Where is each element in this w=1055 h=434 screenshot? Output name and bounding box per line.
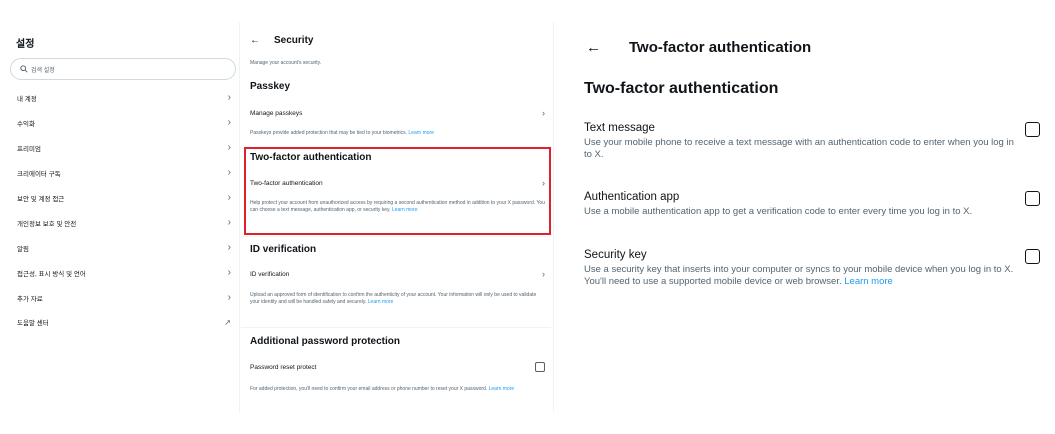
settings-item-label: 프리미엄 bbox=[17, 146, 41, 154]
settings-item-creator-subscriptions[interactable]: 크리에이터 구독 › bbox=[0, 161, 237, 186]
settings-item-label: 수익화 bbox=[17, 121, 35, 129]
text-message-option[interactable]: Text message Use your mobile phone to re… bbox=[584, 122, 1040, 161]
settings-item-label: 도움말 센터 bbox=[17, 320, 49, 328]
chevron-right-icon: › bbox=[227, 167, 231, 179]
authentication-app-label: Authentication app bbox=[584, 191, 680, 203]
settings-item-label: 크리에이터 구독 bbox=[17, 171, 61, 179]
settings-item-accessibility[interactable]: 접근성, 표시 방식 및 언어 › bbox=[0, 260, 237, 285]
settings-item-privacy[interactable]: 개인정보 보호 및 안전 › bbox=[0, 210, 237, 235]
chevron-right-icon: › bbox=[542, 108, 545, 118]
text-message-description: Use your mobile phone to receive a text … bbox=[584, 137, 1014, 160]
chevron-right-icon: › bbox=[227, 266, 231, 278]
security-key-description: Use a security key that inserts into you… bbox=[584, 264, 1024, 288]
settings-item-notifications[interactable]: 알림 › bbox=[0, 235, 237, 260]
two-factor-highlight-box bbox=[244, 147, 551, 235]
external-link-icon: ↗ bbox=[224, 317, 231, 327]
authentication-app-option[interactable]: Authentication app Use a mobile authenti… bbox=[584, 191, 1040, 218]
settings-item-label: 개인정보 보호 및 안전 bbox=[17, 220, 77, 228]
settings-item-monetization[interactable]: 수익화 › bbox=[0, 111, 237, 136]
passkey-heading: Passkey bbox=[250, 81, 291, 92]
two-factor-header-title: Two-factor authentication bbox=[629, 39, 812, 56]
chevron-right-icon: › bbox=[227, 92, 231, 104]
security-key-option[interactable]: Security key Use a security key that ins… bbox=[584, 249, 1040, 288]
security-key-checkbox[interactable] bbox=[1025, 249, 1040, 264]
two-factor-panel: ← Two-factor authentication Two-factor a… bbox=[566, 22, 1055, 412]
chevron-right-icon: › bbox=[227, 241, 231, 253]
id-verification-learn-more-link[interactable]: Learn more bbox=[368, 299, 394, 305]
two-factor-page-title: Two-factor authentication bbox=[584, 80, 779, 97]
manage-passkeys-row[interactable]: Manage passkeys › bbox=[250, 108, 545, 118]
chevron-right-icon: › bbox=[227, 192, 231, 203]
password-reset-checkbox[interactable] bbox=[535, 362, 545, 372]
settings-panel: 설정 검색 설정 내 계정 › 수익화 › 프리미엄 › 크리에이터 구독 › 보안 및… bbox=[0, 22, 237, 422]
two-factor-header: ← Two-factor authentication bbox=[586, 39, 811, 56]
chevron-right-icon: › bbox=[227, 142, 231, 154]
settings-item-premium[interactable]: 프리미엄 › bbox=[0, 136, 237, 161]
search-placeholder: 검색 설정 bbox=[31, 67, 55, 74]
authentication-app-checkbox[interactable] bbox=[1025, 191, 1040, 206]
id-verification-heading: ID verification bbox=[250, 244, 317, 255]
id-verification-row[interactable]: ID verification › bbox=[250, 269, 545, 279]
search-icon bbox=[20, 65, 28, 73]
password-reset-label: Password reset protect bbox=[250, 363, 317, 371]
settings-item-security[interactable]: 보안 및 계정 접근 › bbox=[0, 186, 237, 211]
back-arrow-icon[interactable]: ← bbox=[250, 35, 260, 46]
passkey-note: Passkeys provide added protection that m… bbox=[250, 130, 545, 137]
section-divider bbox=[241, 327, 551, 328]
password-reset-row[interactable]: Password reset protect bbox=[250, 362, 545, 372]
authentication-app-description: Use a mobile authentication app to get a… bbox=[584, 206, 973, 217]
settings-item-label: 내 계정 bbox=[17, 96, 37, 104]
chevron-right-icon: › bbox=[227, 117, 231, 129]
manage-passkeys-label: Manage passkeys bbox=[250, 109, 303, 117]
chevron-right-icon: › bbox=[227, 291, 231, 303]
chevron-right-icon: › bbox=[227, 216, 231, 228]
settings-item-resources[interactable]: 추가 자료 › bbox=[0, 285, 237, 310]
settings-list: 내 계정 › 수익화 › 프리미엄 › 크리에이터 구독 › 보안 및 계정 접근 › 개… bbox=[0, 86, 237, 335]
password-protection-note-text: For added protection, you'll need to con… bbox=[250, 386, 488, 392]
settings-search-input[interactable]: 검색 설정 bbox=[10, 58, 236, 80]
column-divider bbox=[553, 22, 554, 412]
section-divider bbox=[241, 236, 551, 237]
text-message-checkbox[interactable] bbox=[1025, 122, 1040, 137]
password-protection-note: For added protection, you'll need to con… bbox=[250, 386, 545, 393]
security-header: ← Security bbox=[250, 35, 313, 46]
settings-item-label: 알림 bbox=[17, 245, 29, 253]
column-divider bbox=[239, 22, 240, 412]
chevron-right-icon: › bbox=[542, 269, 545, 279]
id-verification-label: ID verification bbox=[250, 270, 290, 278]
settings-item-label: 보안 및 계정 접근 bbox=[17, 196, 65, 203]
text-message-label: Text message bbox=[584, 122, 655, 134]
settings-item-label: 추가 자료 bbox=[17, 295, 43, 303]
settings-title: 설정 bbox=[16, 39, 35, 50]
settings-item-account[interactable]: 내 계정 › bbox=[0, 86, 237, 111]
settings-item-help-center[interactable]: 도움말 센터 ↗ bbox=[0, 310, 237, 335]
security-title: Security bbox=[274, 35, 314, 46]
id-verification-note: Upload an approved form of identificatio… bbox=[250, 292, 545, 306]
security-description: Manage your account's security. bbox=[250, 60, 322, 66]
password-protection-learn-more-link[interactable]: Learn more bbox=[489, 386, 515, 392]
back-arrow-icon[interactable]: ← bbox=[586, 39, 601, 56]
security-key-description-text: Use a security key that inserts into you… bbox=[584, 264, 1014, 287]
passkey-learn-more-link[interactable]: Learn more bbox=[408, 130, 434, 136]
settings-item-label: 접근성, 표시 방식 및 언어 bbox=[17, 270, 86, 278]
passkey-note-text: Passkeys provide added protection that m… bbox=[250, 130, 408, 136]
security-key-label: Security key bbox=[584, 249, 647, 261]
password-protection-heading: Additional password protection bbox=[250, 336, 401, 347]
security-key-learn-more-link[interactable]: Learn more bbox=[844, 276, 893, 287]
